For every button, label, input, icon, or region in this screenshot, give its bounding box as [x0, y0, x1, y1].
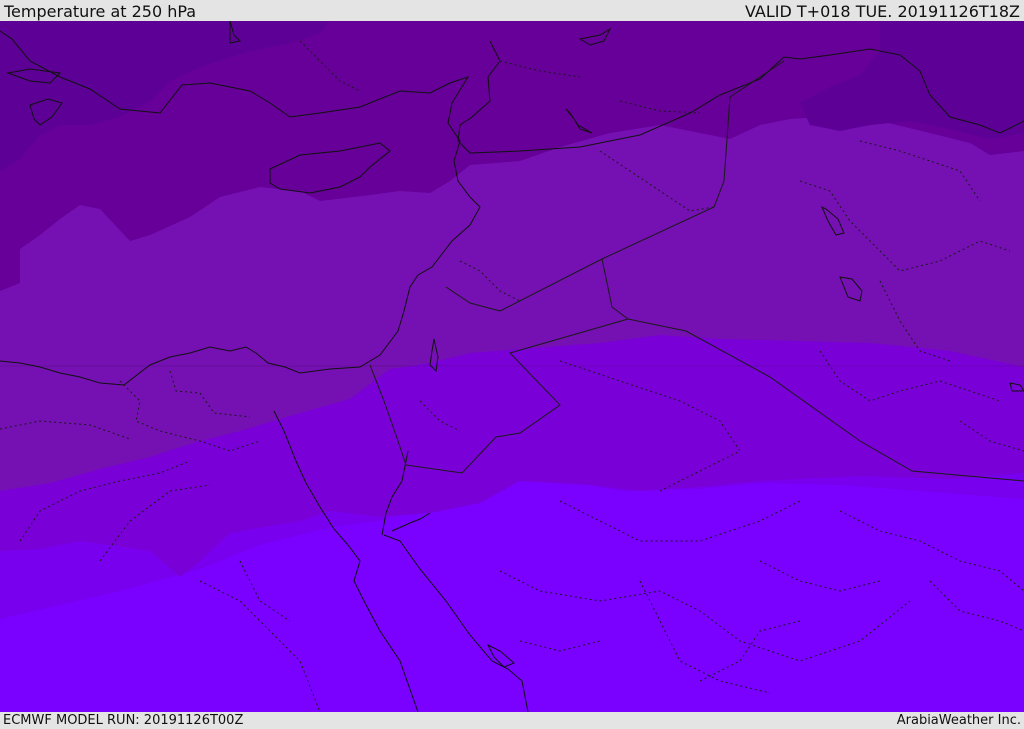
temperature-map-svg	[0, 21, 1024, 712]
header-bar: Temperature at 250 hPa VALID T+018 TUE. …	[0, 0, 1024, 21]
model-run-label: ECMWF MODEL RUN: 20191126T00Z	[3, 713, 244, 728]
map-title: Temperature at 250 hPa	[4, 2, 197, 21]
weather-map[interactable]	[0, 21, 1024, 712]
valid-time-label: VALID T+018 TUE. 20191126T18Z	[744, 2, 1020, 21]
credit-label: ArabiaWeather Inc.	[896, 713, 1021, 728]
footer-bar: ECMWF MODEL RUN: 20191126T00Z ArabiaWeat…	[0, 712, 1024, 729]
